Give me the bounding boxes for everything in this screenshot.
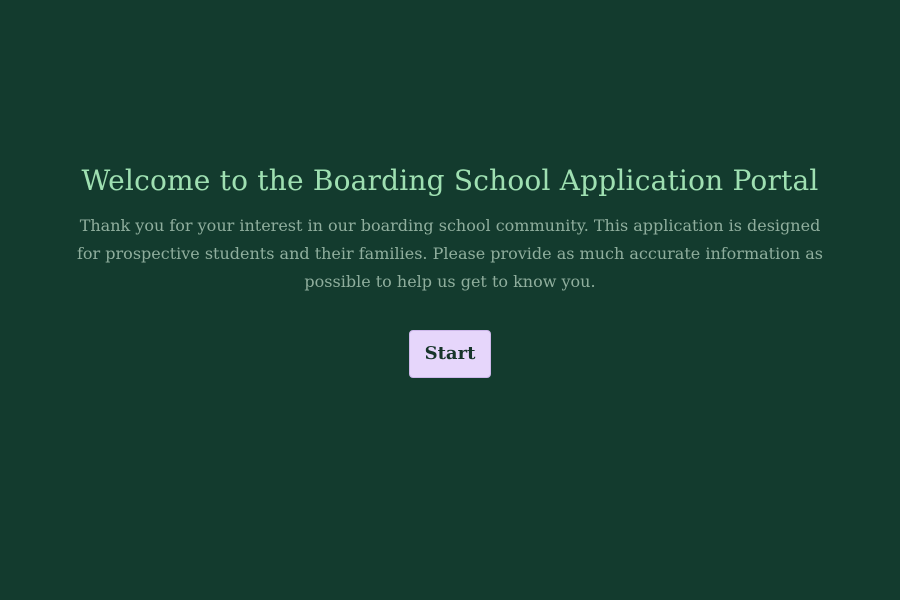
welcome-section: Welcome to the Boarding School Applicati…: [0, 162, 900, 378]
application-portal-welcome-page: Welcome to the Boarding School Applicati…: [0, 0, 900, 600]
intro-text: Thank you for your interest in our board…: [77, 216, 823, 291]
page-title: Welcome to the Boarding School Applicati…: [81, 164, 819, 197]
start-button[interactable]: Start: [409, 330, 491, 378]
